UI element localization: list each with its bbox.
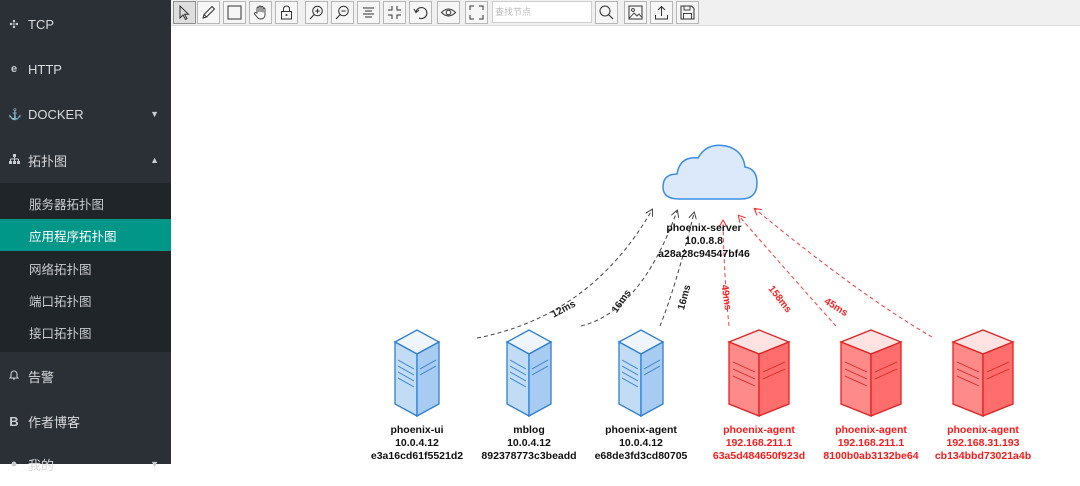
edge-phoenix-ui [476, 210, 652, 339]
node-search-input[interactable] [492, 1, 592, 23]
pan-tool-button[interactable] [249, 1, 272, 24]
topology-graph [393, 144, 1015, 418]
sitemap-icon [8, 153, 20, 167]
sidebar-submenu: 服务器拓扑图 应用程序拓扑图 网络拓扑图 端口拓扑图 接口拓扑图 [0, 183, 171, 352]
align-icon [363, 7, 374, 18]
zoom-out-button[interactable] [331, 1, 354, 24]
sidebar-item-label: DOCKER [28, 106, 84, 122]
fit-icon [388, 6, 401, 19]
sidebar-subitem-network-topology[interactable]: 网络拓扑图 [0, 252, 171, 284]
chevron-up-icon: ▲ [150, 155, 159, 165]
fit-view-button[interactable] [383, 1, 406, 24]
node-id: a28a28c94547bf46 [658, 248, 750, 260]
server-node-phoenix-agent-3[interactable] [839, 329, 903, 417]
sidebar-item-label: 作者博客 [28, 414, 81, 430]
pencil-tool-button[interactable] [197, 1, 220, 24]
eye-icon [440, 8, 457, 17]
sidebar-item-topology[interactable]: 拓扑图 ▲ [0, 138, 171, 182]
hand-icon [254, 5, 266, 20]
search-button[interactable] [595, 1, 618, 24]
pointer-icon [179, 4, 190, 21]
plug-icon: ✣ [9, 18, 19, 31]
upload-icon [655, 5, 668, 20]
sidebar-item-label: 拓扑图 [28, 153, 68, 169]
toolbar [171, 0, 1080, 26]
sidebar-item-tcp[interactable]: ✣ TCP [0, 2, 171, 46]
undo-button[interactable] [409, 1, 432, 24]
sidebar-subitem-api-topology[interactable]: 接口拓扑图 [0, 316, 171, 348]
server-label: phoenix-server 10.0.8.8 a28a28c94547bf46 [629, 222, 779, 261]
sidebar-item-http[interactable]: e HTTP [0, 47, 171, 91]
rectangle-tool-button[interactable] [223, 1, 246, 24]
pencil-icon [202, 5, 216, 19]
zoom-out-icon [335, 5, 349, 20]
save-icon [680, 5, 695, 20]
sidebar-item-alarm[interactable]: 告警 [0, 354, 171, 398]
rectangle-icon [227, 5, 242, 20]
sidebar-subitem-label: 接口拓扑图 [29, 326, 92, 341]
sidebar-item-label: HTTP [28, 61, 62, 77]
sidebar-item-label: 我的 [28, 457, 55, 473]
docker-icon: ⚓ [8, 108, 22, 121]
align-button[interactable] [357, 1, 380, 24]
sidebar-subitem-app-topology[interactable]: 应用程序拓扑图 [0, 219, 171, 251]
lock-tool-button[interactable] [275, 1, 298, 24]
sidebar-item-label: TCP [28, 16, 54, 32]
sidebar-subitem-label: 服务器拓扑图 [29, 197, 105, 212]
node-ip: 10.0.8.8 [685, 235, 723, 247]
pointer-tool-button[interactable] [173, 1, 196, 24]
chevron-down-icon: ▼ [150, 459, 159, 469]
server-node-phoenix-ui[interactable] [393, 329, 441, 418]
sidebar-subitem-label: 应用程序拓扑图 [29, 229, 117, 244]
sidebar-subitem-label: 网络拓扑图 [29, 262, 92, 277]
node-label-phoenix-agent-4: phoenix-agent 192.168.31.193 cb134bbd730… [908, 424, 1058, 463]
sidebar-item-blog[interactable]: B 作者博客 [0, 399, 171, 443]
sidebar-item-docker[interactable]: ⚓ DOCKER ▼ [0, 92, 171, 136]
lock-icon [281, 5, 292, 20]
sidebar-item-mine[interactable]: ● 我的 ▼ [0, 442, 171, 486]
b-icon: B [9, 413, 19, 429]
zoom-in-button[interactable] [305, 1, 328, 24]
fullscreen-icon [469, 5, 484, 20]
server-node-phoenix-agent-1[interactable] [617, 329, 665, 418]
node-name: phoenix-server [666, 222, 742, 234]
server-node-phoenix-agent-2[interactable] [727, 329, 791, 417]
user-icon: ● [10, 458, 18, 470]
sidebar: ✣ TCP e HTTP ⚓ DOCKER ▼ 拓扑图 ▲ 服务器拓扑图 应用程… [0, 0, 171, 473]
fullscreen-button[interactable] [465, 1, 488, 24]
chevron-down-icon: ▼ [150, 109, 159, 119]
bell-icon [8, 369, 20, 383]
save-button[interactable] [676, 1, 699, 24]
sidebar-item-label: 告警 [28, 369, 55, 385]
export-image-button[interactable] [624, 1, 647, 24]
topology-canvas[interactable]: phoenix-server 10.0.8.8 a28a28c94547bf46… [171, 26, 1080, 464]
preview-button[interactable] [437, 1, 460, 24]
image-icon [628, 5, 643, 20]
search-icon [599, 5, 614, 20]
node-name: phoenix-agent [947, 424, 1019, 436]
sidebar-subitem-port-topology[interactable]: 端口拓扑图 [0, 284, 171, 316]
zoom-in-icon [309, 5, 323, 20]
server-node-mblog[interactable] [505, 329, 553, 418]
node-ip: 192.168.31.193 [946, 437, 1020, 449]
sidebar-subitem-server-topology[interactable]: 服务器拓扑图 [0, 187, 171, 219]
sidebar-subitem-label: 端口拓扑图 [29, 294, 92, 309]
node-id: cb134bbd73021a4b [934, 450, 1032, 462]
cloud-icon[interactable] [662, 144, 758, 200]
undo-icon [413, 7, 428, 20]
server-node-phoenix-agent-4[interactable] [951, 329, 1015, 417]
upload-button[interactable] [650, 1, 673, 24]
ie-icon: e [10, 63, 18, 75]
